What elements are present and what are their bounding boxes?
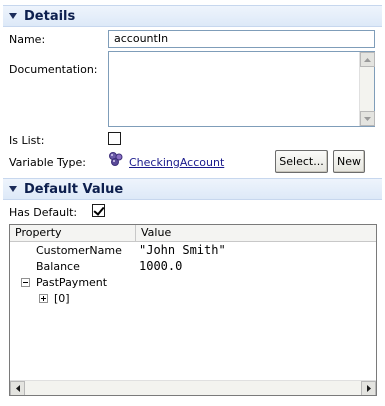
is-list-label: Is List: bbox=[9, 134, 45, 147]
scroll-right-arrow-icon bbox=[366, 385, 371, 392]
scroll-down-arrow-icon bbox=[364, 116, 371, 121]
scroll-left-arrow-icon bbox=[15, 385, 20, 392]
property-cell: Balance bbox=[36, 260, 80, 273]
has-default-label: Has Default: bbox=[9, 206, 78, 219]
details-title: Details bbox=[24, 8, 76, 24]
documentation-scrollbar[interactable] bbox=[359, 52, 375, 126]
value-cell[interactable]: 1000.0 bbox=[139, 259, 182, 273]
collapse-triangle-icon[interactable] bbox=[9, 13, 17, 19]
select-button[interactable]: Select... bbox=[275, 150, 328, 173]
default-value-section-header[interactable]: Default Value bbox=[3, 178, 382, 200]
scroll-up-arrow-icon bbox=[364, 57, 371, 62]
property-cell: PastPayment bbox=[36, 276, 108, 289]
collapse-triangle-icon[interactable] bbox=[9, 186, 17, 192]
tree-collapse-icon[interactable] bbox=[21, 278, 30, 287]
column-header-property[interactable]: Property bbox=[10, 225, 136, 242]
default-value-table[interactable]: Property Value CustomerName "John Smith"… bbox=[9, 224, 377, 396]
table-horizontal-scrollbar[interactable] bbox=[10, 380, 376, 395]
column-header-value[interactable]: Value bbox=[136, 225, 376, 242]
is-list-checkbox[interactable] bbox=[108, 132, 121, 145]
has-default-checkbox[interactable] bbox=[92, 204, 105, 217]
value-cell[interactable]: "John Smith" bbox=[139, 243, 226, 257]
default-value-title: Default Value bbox=[24, 181, 124, 197]
scroll-left-button[interactable] bbox=[10, 381, 25, 395]
variable-type-label: Variable Type: bbox=[9, 156, 87, 169]
scroll-up-button[interactable] bbox=[360, 52, 375, 67]
variable-type-link[interactable]: CheckingAccount bbox=[129, 156, 224, 169]
scroll-down-button[interactable] bbox=[360, 111, 375, 126]
property-cell: CustomerName bbox=[36, 244, 122, 257]
property-cell: [0] bbox=[54, 292, 70, 305]
name-label: Name: bbox=[9, 33, 46, 46]
name-field[interactable]: accountIn bbox=[108, 30, 375, 48]
scroll-right-button[interactable] bbox=[361, 381, 376, 395]
tree-expand-icon[interactable] bbox=[39, 294, 48, 303]
table-header: Property Value bbox=[10, 225, 376, 242]
new-button[interactable]: New bbox=[333, 150, 365, 173]
details-section-header[interactable]: Details bbox=[3, 5, 382, 27]
documentation-field[interactable] bbox=[108, 51, 375, 127]
documentation-label: Documentation: bbox=[9, 63, 98, 76]
business-object-icon bbox=[109, 152, 123, 166]
